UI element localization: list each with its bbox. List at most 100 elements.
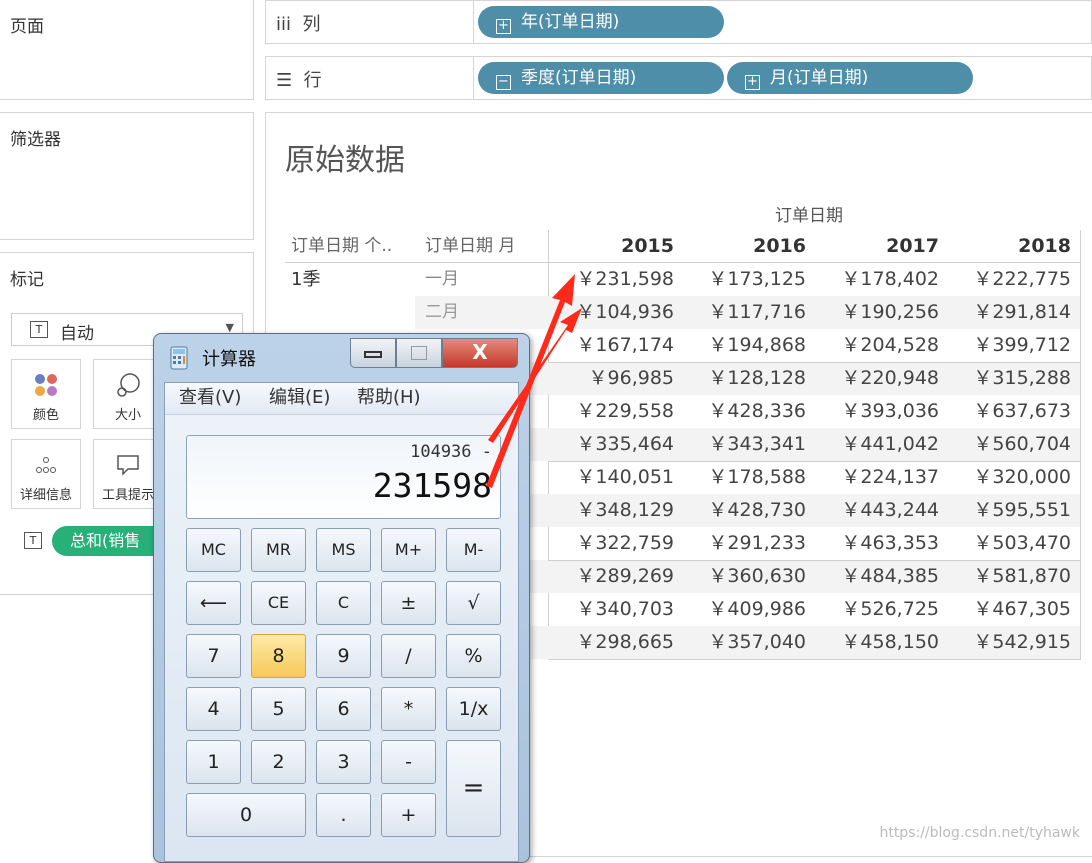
key-button[interactable]: M+	[381, 528, 436, 572]
key-button[interactable]: ⟵	[186, 581, 241, 625]
key-button[interactable]: √	[446, 581, 501, 625]
tooltip-icon	[117, 455, 139, 476]
key-button[interactable]: 4	[186, 687, 241, 731]
sheet-title: 原始数据	[285, 143, 405, 178]
key-button[interactable]: -	[381, 740, 436, 784]
table-cell: ￥441,042	[841, 433, 939, 455]
table-cell: ￥291,233	[708, 532, 806, 554]
table-cell: ￥224,137	[841, 466, 939, 488]
table-cell: ￥428,730	[708, 499, 806, 521]
column-group-header: 订单日期	[775, 206, 843, 226]
minimize-button[interactable]	[350, 338, 396, 368]
table-cell: ￥140,051	[576, 466, 674, 488]
month-label: 二月	[425, 302, 459, 322]
key-button[interactable]: MS	[316, 528, 371, 572]
detail-card-label: 详细信息	[19, 488, 72, 503]
year-header: 2016	[753, 235, 806, 257]
table-cell: ￥190,256	[841, 301, 939, 323]
table-cell: ￥315,288	[973, 367, 1071, 389]
key-button[interactable]: .	[316, 793, 371, 837]
calculator-display: 104936 - 231598	[186, 435, 501, 519]
table-cell: ￥104,936	[576, 301, 674, 323]
key-button[interactable]: M-	[446, 528, 501, 572]
expand-icon: +	[745, 75, 760, 90]
key-button[interactable]: 9	[316, 634, 371, 678]
table-cell: ￥428,336	[708, 400, 806, 422]
key-button[interactable]: 1/x	[446, 687, 501, 731]
month-label: 一月	[425, 269, 459, 289]
table-cell: ￥393,036	[841, 400, 939, 422]
key-button[interactable]: +	[381, 793, 436, 837]
filters-title: 筛选器	[10, 130, 61, 150]
size-card-label: 大小	[114, 408, 141, 423]
detail-icon	[36, 457, 56, 473]
maximize-button[interactable]	[396, 338, 442, 368]
table-cell: ￥526,725	[841, 598, 939, 620]
key-button[interactable]: MR	[251, 528, 306, 572]
table-cell: ￥467,305	[973, 598, 1071, 620]
key-button[interactable]: CE	[251, 581, 306, 625]
table-cell: ￥335,464	[576, 433, 674, 455]
table-cell: ￥298,665	[576, 631, 674, 653]
close-button[interactable]: X	[442, 338, 518, 368]
columns-icon: iii	[276, 14, 292, 35]
table-cell: ￥128,128	[708, 367, 806, 389]
columns-label: 列	[302, 14, 321, 35]
text-mark-icon: T	[24, 532, 42, 549]
key-button[interactable]: 7	[186, 634, 241, 678]
table-cell: ￥220,948	[841, 367, 939, 389]
key-button[interactable]: 2	[251, 740, 306, 784]
table-cell: ￥595,551	[973, 499, 1071, 521]
key-button[interactable]: 3	[316, 740, 371, 784]
display-value: 231598	[372, 466, 492, 505]
table-cell: ￥173,125	[708, 268, 806, 290]
key-button[interactable]: 1	[186, 740, 241, 784]
table-cell: ￥178,402	[841, 268, 939, 290]
calculator-title: 计算器	[202, 349, 256, 370]
table-cell: ￥463,353	[841, 532, 939, 554]
key-button[interactable]: 6	[316, 687, 371, 731]
key-button[interactable]: /	[381, 634, 436, 678]
table-cell: ￥503,470	[973, 532, 1071, 554]
table-cell: ￥96,985	[588, 367, 674, 389]
table-cell: ￥340,703	[576, 598, 674, 620]
calculator-window: 计算器 X 查看(V) 编辑(E) 帮助(H) 104936 - 231598 …	[153, 333, 530, 863]
table-cell: ￥560,704	[973, 433, 1071, 455]
key-button[interactable]: =	[446, 740, 501, 837]
table-cell: ￥637,673	[973, 400, 1071, 422]
table-cell: ￥399,712	[973, 334, 1071, 356]
key-button[interactable]: 0	[186, 793, 306, 837]
table-cell: ￥322,759	[576, 532, 674, 554]
key-button[interactable]: *	[381, 687, 436, 731]
key-button[interactable]: 8	[251, 634, 306, 678]
tooltip-card-label: 工具提示	[101, 488, 154, 503]
key-button[interactable]: 5	[251, 687, 306, 731]
detail-card[interactable]: 详细信息	[11, 439, 81, 509]
calculator-app-icon	[170, 346, 188, 370]
table-cell: ￥289,269	[576, 565, 674, 587]
pages-title: 页面	[10, 17, 44, 37]
menu-bar: 查看(V) 编辑(E) 帮助(H)	[165, 383, 518, 415]
table-cell: ￥443,244	[841, 499, 939, 521]
key-button[interactable]: C	[316, 581, 371, 625]
color-dots-icon	[35, 374, 57, 396]
color-card[interactable]: 颜色	[11, 359, 81, 429]
month-order-date-pill[interactable]: + 月(订单日期)	[727, 62, 973, 94]
rows-icon: ☰	[276, 70, 293, 91]
year-order-date-pill[interactable]: + 年(订单日期)	[478, 6, 724, 38]
menu-view[interactable]: 查看(V)	[179, 383, 241, 413]
rows-shelf: ☰ 行 − 季度(订单日期) + 月(订单日期)	[265, 56, 1092, 100]
menu-edit[interactable]: 编辑(E)	[269, 383, 330, 413]
table-cell: ￥178,588	[708, 466, 806, 488]
year-header: 2015	[621, 235, 674, 257]
quarter-label: 1季	[291, 269, 321, 290]
table-cell: ￥409,986	[708, 598, 806, 620]
menu-help[interactable]: 帮助(H)	[357, 383, 421, 413]
mark-type-value: 自动	[60, 324, 94, 344]
key-button[interactable]: MC	[186, 528, 241, 572]
table-cell: ￥229,558	[576, 400, 674, 422]
quarter-order-date-pill[interactable]: − 季度(订单日期)	[478, 62, 724, 94]
key-button[interactable]: ±	[381, 581, 436, 625]
pages-panel: 页面	[0, 0, 254, 100]
key-button[interactable]: %	[446, 634, 501, 678]
